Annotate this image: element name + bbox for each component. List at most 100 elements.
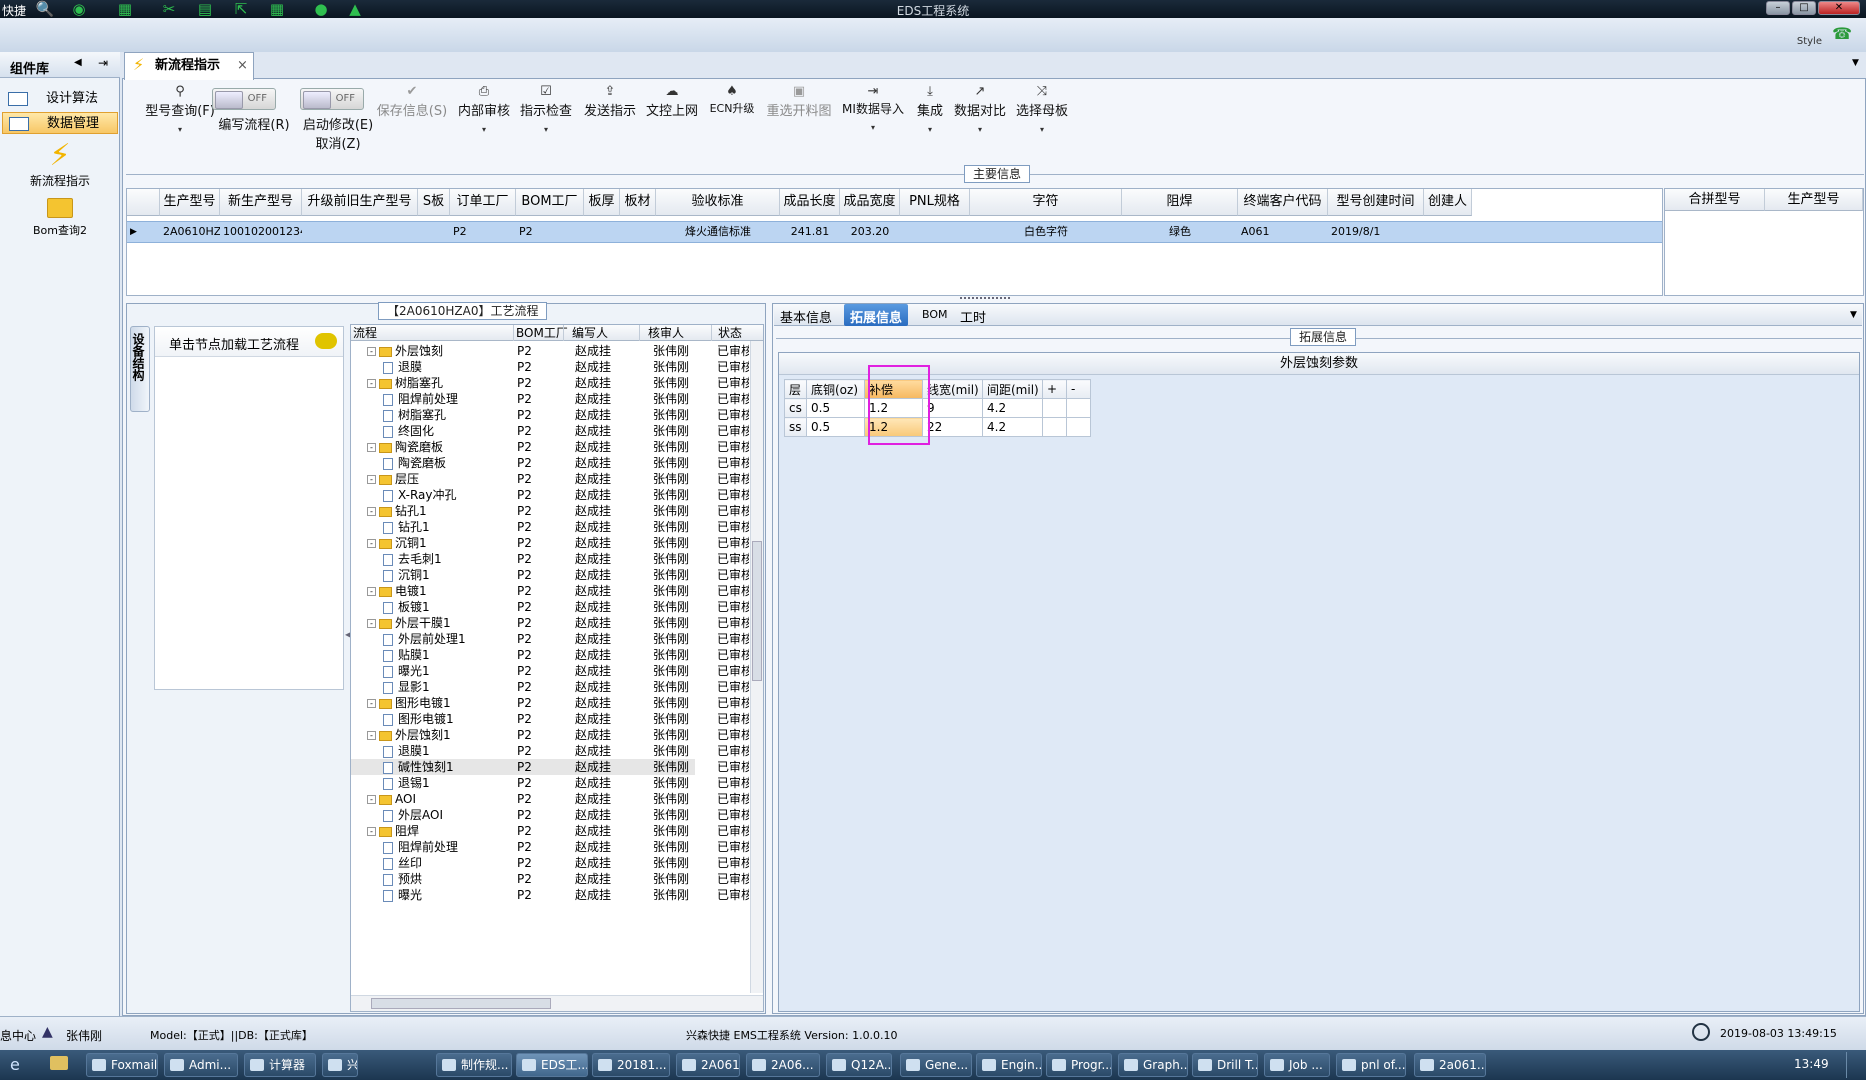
taskbar-item[interactable]: 20181...: [592, 1053, 670, 1077]
tree-row[interactable]: - 层压 P2 赵成挂 张伟刚 已审核: [351, 471, 749, 487]
tree-row[interactable]: 阻焊前处理 P2 赵成挂 张伟刚 已审核: [351, 839, 749, 855]
doc-control-upload-button[interactable]: ☁ 文控上网: [644, 84, 700, 119]
param-row[interactable]: ss 0.5 1.2 22 4.2: [784, 417, 1091, 437]
collapse-left-icon[interactable]: ◀: [74, 57, 82, 68]
taskbar-item[interactable]: 计算器: [244, 1053, 316, 1077]
column-header[interactable]: 板材: [620, 189, 656, 216]
table-cell[interactable]: 2019/8/1: [1328, 222, 1424, 242]
expand-icon[interactable]: -: [367, 587, 376, 596]
toggle-switch[interactable]: OFF: [212, 88, 276, 110]
send-instruction-button[interactable]: ⇪ 发送指示: [582, 84, 638, 119]
tree-row[interactable]: - AOI P2 赵成挂 张伟刚 已审核: [351, 791, 749, 807]
splitter-handle[interactable]: [960, 297, 1010, 300]
expand-icon[interactable]: -: [367, 507, 376, 516]
column-header[interactable]: 生产型号: [160, 189, 220, 216]
param-cell[interactable]: [1042, 398, 1067, 418]
table-row[interactable]: ▶ 2A0610HZA010010200123464 P2P2 烽火通信标准241.8…: [127, 221, 1662, 243]
side-tab-device-structure[interactable]: 设备结构: [130, 326, 150, 412]
ecn-upgrade-button[interactable]: ♠ ECN升级: [706, 84, 758, 116]
column-header[interactable]: 成品宽度: [840, 189, 900, 216]
column-header[interactable]: 生产型号: [1765, 189, 1863, 211]
param-column-header[interactable]: 线宽(mil): [922, 379, 983, 399]
param-cell[interactable]: [1066, 417, 1091, 437]
tree-row[interactable]: - 钻孔1 P2 赵成挂 张伟刚 已审核: [351, 503, 749, 519]
table-cell[interactable]: 绿色: [1122, 222, 1238, 242]
tree-row[interactable]: - 电镀1 P2 赵成挂 张伟刚 已审核: [351, 583, 749, 599]
column-header[interactable]: 状态: [711, 325, 742, 341]
expand-icon[interactable]: -: [367, 795, 376, 804]
minimize-button[interactable]: –: [1766, 1, 1790, 15]
tree-row[interactable]: - 外层蚀刻 P2 赵成挂 张伟刚 已审核: [351, 343, 749, 359]
taskbar-item[interactable]: Drill T...: [1192, 1053, 1258, 1077]
tree-row[interactable]: 外层AOI P2 赵成挂 张伟刚 已审核: [351, 807, 749, 823]
chevron-down-icon[interactable]: ▾: [456, 125, 512, 134]
integrate-button[interactable]: ⤓ 集成 ▾: [912, 84, 948, 134]
param-cell[interactable]: 0.5: [806, 398, 865, 418]
taskbar-item[interactable]: Q12A...: [826, 1053, 892, 1077]
column-header[interactable]: 订单工厂: [450, 189, 516, 216]
taskbar-item[interactable]: 2A06...: [746, 1053, 820, 1077]
taskbar-item[interactable]: Foxmail: [86, 1053, 158, 1077]
column-header[interactable]: 字符: [970, 189, 1122, 216]
column-header[interactable]: 创建人: [1424, 189, 1472, 216]
tree-row[interactable]: X-Ray冲孔 P2 赵成挂 张伟刚 已审核: [351, 487, 749, 503]
load-flow-hint[interactable]: 单击节点加载工艺流程: [155, 327, 343, 357]
expand-icon[interactable]: -: [367, 827, 376, 836]
table-cell[interactable]: P2: [450, 222, 516, 242]
column-header[interactable]: 阻焊: [1122, 189, 1238, 216]
vertical-scrollbar[interactable]: [750, 341, 763, 993]
column-header[interactable]: 核审人: [639, 325, 684, 341]
tree-row[interactable]: 外层前处理1 P2 赵成挂 张伟刚 已审核: [351, 631, 749, 647]
show-desktop-button[interactable]: [1846, 1052, 1864, 1078]
tree-row[interactable]: 碱性蚀刻1 P2 赵成挂 张伟刚 已审核: [351, 759, 749, 775]
taskbar-item[interactable]: pnl of...: [1336, 1053, 1406, 1077]
nav-item-design-algorithm[interactable]: 设计算法: [2, 88, 118, 110]
select-motherboard-button[interactable]: ⤨ 选择母板 ▾: [1014, 84, 1070, 134]
scroll-thumb[interactable]: [752, 541, 762, 681]
expand-icon[interactable]: -: [367, 347, 376, 356]
column-header[interactable]: 编写人: [563, 325, 608, 341]
tree-row[interactable]: 退膜1 P2 赵成挂 张伟刚 已审核: [351, 743, 749, 759]
column-header[interactable]: S板: [418, 189, 450, 216]
table-cell[interactable]: P2: [516, 222, 584, 242]
phone-icon[interactable]: ☎: [1832, 24, 1852, 43]
tree-row[interactable]: 曝光 P2 赵成挂 张伟刚 已审核: [351, 887, 749, 903]
column-header[interactable]: 流程: [353, 325, 377, 341]
table-cell[interactable]: 10010200123464: [220, 222, 302, 242]
column-header[interactable]: 合拼型号: [1665, 189, 1765, 211]
tree-row[interactable]: - 沉铜1 P2 赵成挂 张伟刚 已审核: [351, 535, 749, 551]
edit-flow-toggle[interactable]: OFF 编写流程(R): [206, 84, 302, 133]
internal-review-button[interactable]: ⎙ 内部审核 ▾: [456, 84, 512, 134]
taskbar-item[interactable]: Admi...: [164, 1053, 238, 1077]
table-cell[interactable]: A061: [1238, 222, 1328, 242]
tree-row[interactable]: 树脂塞孔 P2 赵成挂 张伟刚 已审核: [351, 407, 749, 423]
param-column-header[interactable]: +: [1042, 379, 1067, 399]
param-column-header[interactable]: 间距(mil): [982, 379, 1043, 399]
chevron-down-icon[interactable]: ▼: [1850, 310, 1857, 320]
taskbar-item[interactable]: Graph...: [1118, 1053, 1188, 1077]
param-cell[interactable]: [1066, 398, 1091, 418]
nav-item-data-management[interactable]: 数据管理: [2, 112, 118, 134]
param-row[interactable]: cs 0.5 1.2 9 4.2: [784, 398, 1091, 418]
param-column-header[interactable]: -: [1066, 379, 1091, 399]
start-modify-toggle[interactable]: OFF 启动修改(E) 取消(Z): [290, 84, 386, 152]
tree-row[interactable]: - 图形电镀1 P2 赵成挂 张伟刚 已审核: [351, 695, 749, 711]
tree-row[interactable]: 退锡1 P2 赵成挂 张伟刚 已审核: [351, 775, 749, 791]
column-header[interactable]: BOM工厂: [513, 325, 568, 341]
chevron-down-icon[interactable]: ▾: [952, 125, 1008, 134]
column-header[interactable]: 终端客户代码: [1238, 189, 1328, 216]
param-column-header[interactable]: 层: [784, 379, 807, 399]
expand-icon[interactable]: -: [367, 539, 376, 548]
chevron-down-icon[interactable]: ▾: [912, 125, 948, 134]
taskbar-item[interactable]: Engin...: [976, 1053, 1042, 1077]
tree-row[interactable]: 阻焊前处理 P2 赵成挂 张伟刚 已审核: [351, 391, 749, 407]
table-cell[interactable]: 203.20: [840, 222, 900, 242]
new-flow-shortcut[interactable]: ⚡ 新流程指示: [0, 138, 120, 189]
tab-bom[interactable]: BOM: [922, 308, 948, 321]
ie-icon[interactable]: e: [10, 1055, 20, 1074]
taskbar-item[interactable]: 2A061...: [676, 1053, 740, 1077]
param-column-header[interactable]: 底铜(oz): [806, 379, 865, 399]
tree-row[interactable]: 板镀1 P2 赵成挂 张伟刚 已审核: [351, 599, 749, 615]
taskbar-item[interactable]: 兴森快...: [322, 1053, 358, 1077]
tab-list-chevron-icon[interactable]: ▼: [1852, 58, 1859, 68]
